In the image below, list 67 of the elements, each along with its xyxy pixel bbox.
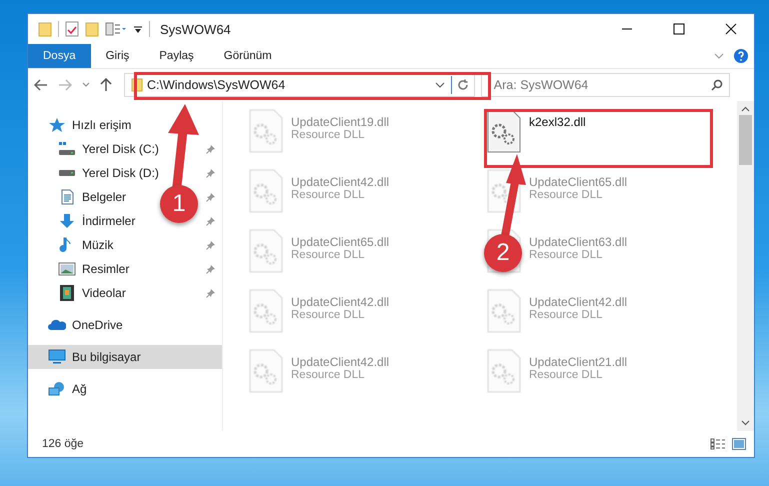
file-gear-icon [487,289,521,333]
file-type: Resource DLL [291,369,366,381]
file-gear-icon [249,169,283,213]
file-gear-icon [249,289,283,333]
drive-icon [58,141,76,157]
file-type: Resource DLL [291,309,366,321]
sidebar-item[interactable]: Ağ [72,382,87,396]
properties-icon[interactable] [65,21,79,37]
file-gear-icon [249,109,283,153]
sidebar-item[interactable]: Belgeler [82,190,126,204]
file-type: Resource DLL [529,369,604,381]
ribbon-tab[interactable]: Görünüm [208,44,287,68]
address-dropdown-icon[interactable] [434,82,445,88]
ribbon-tab[interactable]: Dosya [28,44,91,68]
view-dropdown-icon[interactable] [105,21,127,37]
scrollbar[interactable] [737,101,754,431]
maximize-icon [673,23,685,35]
picture-icon [58,261,76,277]
search-icon [711,79,723,91]
sidebar-item[interactable]: İndirmeler [82,214,136,228]
expand-ribbon-icon[interactable] [714,53,724,59]
file-type: Resource DLL [529,309,604,321]
sidebar-item[interactable]: Müzik [82,238,114,252]
file-gear-icon [249,349,283,393]
scroll-up-icon[interactable] [741,106,750,112]
sidebar-item[interactable]: Resimler [82,262,130,276]
customize-caret-icon[interactable] [133,24,143,34]
back-button[interactable] [32,77,50,93]
ribbon-tab[interactable]: Paylaş [144,44,209,68]
file-gear-icon [487,349,521,393]
sidebar-item[interactable]: Hızlı erişim [72,118,132,132]
window-title: SysWOW64 [160,22,232,36]
address-field[interactable]: C:\Windows\SysWOW64 [124,73,475,97]
file-type: Resource DLL [291,249,366,261]
sidebar-item[interactable]: Videolar [82,286,126,300]
minimize-icon [621,28,633,30]
sidebar-item[interactable]: Bu bilgisayar [72,350,141,364]
star-icon [48,117,66,133]
file-type: Resource DLL [291,189,366,201]
item-count: 126 öğe [42,438,85,450]
chevron-down-icon [82,82,90,88]
close-icon [725,23,737,35]
drive-icon [58,169,76,177]
computer-icon [48,349,66,365]
folder-icon [38,21,52,37]
file-type: Resource DLL [291,129,366,141]
ribbon-tab[interactable]: Giriş [90,44,144,68]
film-icon [58,285,76,301]
download-arrow-icon [58,213,76,229]
scroll-down-icon[interactable] [741,420,750,426]
file-gear-icon [487,109,521,153]
network-icon [48,381,66,397]
cloud-icon [48,317,66,333]
file-type: Resource DLL [529,189,604,201]
sidebar-item[interactable]: Yerel Disk (D:) [82,166,159,180]
help-icon[interactable] [734,49,748,63]
file-gear-icon [249,229,283,273]
refresh-icon [456,79,469,91]
sidebar-item[interactable]: OneDrive [72,318,123,332]
up-button[interactable] [98,76,114,94]
details-view-icon[interactable] [710,438,726,450]
scrollbar-thumb[interactable] [739,115,752,165]
large-icons-view-icon[interactable] [732,438,746,450]
sidebar-item[interactable]: Yerel Disk (C:) [82,142,159,156]
file-name[interactable]: k2exl32.dll [529,115,586,129]
search-field[interactable]: Ara: SysWOW64 [480,73,730,97]
file-type: Resource DLL [529,249,604,261]
